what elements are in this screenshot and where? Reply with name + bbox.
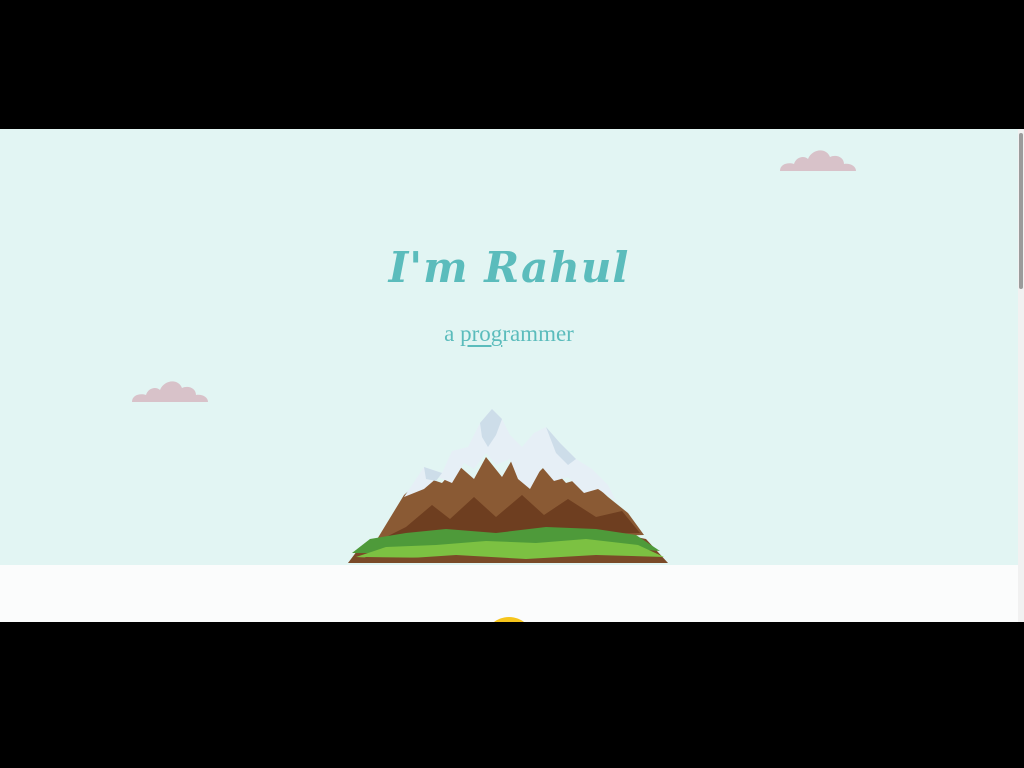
letterbox-top xyxy=(0,0,1024,129)
hero-section: I'm Rahul a programmer xyxy=(0,129,1018,565)
cloud-icon xyxy=(132,381,208,402)
mountain-illustration xyxy=(348,409,668,563)
scrollbar-thumb[interactable] xyxy=(1019,133,1023,289)
browser-viewport: I'm Rahul a programmer xyxy=(0,129,1024,622)
hero-title: I'm Rahul xyxy=(388,243,630,293)
subtitle-typed-text: prog xyxy=(460,321,503,346)
lower-section xyxy=(0,565,1018,622)
subtitle-prefix: a xyxy=(444,321,461,346)
cloud-icon xyxy=(780,150,856,171)
hero-subtitle: a programmer xyxy=(0,321,1018,347)
subtitle-rest: rammer xyxy=(502,321,574,346)
letterbox-bottom xyxy=(0,622,1024,768)
page-scrollbar[interactable] xyxy=(1018,129,1024,622)
